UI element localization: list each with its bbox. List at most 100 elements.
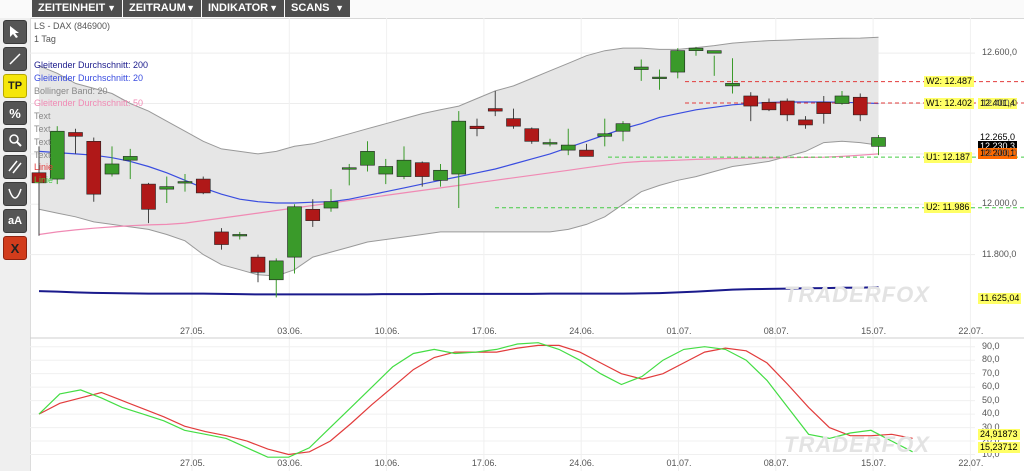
date-tick: 10.06.	[374, 326, 400, 336]
oscillator-tick: 60,0	[982, 381, 1000, 392]
candle-body	[396, 159, 412, 177]
oscillator-tick: 80,0	[982, 354, 1000, 365]
oscillator-tick: 40,0	[982, 408, 1000, 419]
percent-tool-button[interactable]: %	[3, 101, 27, 125]
candle-body	[688, 47, 704, 51]
tp-label: TP	[7, 80, 23, 92]
candle-body	[542, 142, 558, 145]
candle	[524, 127, 540, 144]
date-tick: 17.06.	[471, 458, 497, 468]
zoom-tool-button[interactable]	[3, 128, 27, 152]
channel-tool-button[interactable]	[3, 155, 27, 179]
candle-body	[761, 101, 777, 111]
oscillator-tick: 70,0	[982, 367, 1000, 378]
legend-item: Linie	[34, 175, 54, 186]
legend-item: Text	[34, 111, 51, 122]
top-menu-bar: ZEITEINHEIT ▼ ZEITRAUM ▼ INDIKATOR ▼ SCANS ▼	[0, 0, 1024, 19]
price-tick: 12.400,0	[982, 97, 1018, 108]
search-icon	[9, 134, 22, 147]
chart-area[interactable]	[30, 18, 1024, 471]
date-tick: 01.07.	[666, 326, 692, 336]
candle-body	[725, 83, 740, 87]
date-tick: 15.07.	[861, 458, 887, 468]
delete-tool-button[interactable]: X	[3, 236, 27, 260]
candle-body	[852, 96, 868, 116]
candle-body	[214, 231, 229, 245]
parallel-lines-icon	[8, 160, 22, 174]
candle-body	[798, 119, 813, 126]
watermark-logo-lower: TRADERFOX	[784, 432, 930, 457]
level-label: W1: 12.402	[924, 97, 975, 109]
symbol-label: LS - DAX (846900)	[34, 21, 111, 31]
candle-body	[341, 167, 357, 170]
menu-scans[interactable]: SCANS ▼	[285, 0, 350, 17]
candle-body	[232, 234, 248, 237]
legend-item: Text	[34, 136, 51, 147]
candle-body	[743, 95, 759, 107]
date-tick: 22.07.	[958, 458, 984, 468]
line-icon	[9, 53, 21, 65]
candle-body	[104, 163, 120, 175]
candle-body	[506, 118, 521, 127]
chevron-down-icon: ▼	[335, 3, 344, 13]
menu-zeiteinheit[interactable]: ZEITEINHEIT ▼	[32, 0, 122, 17]
menu-label: ZEITRAUM	[129, 2, 186, 14]
date-tick: 01.07.	[666, 458, 692, 468]
oscillator-tick: 90,0	[982, 340, 1000, 351]
percent-icon: %	[9, 105, 21, 121]
candle-body	[268, 260, 284, 281]
candle-body	[177, 181, 193, 184]
candle	[250, 254, 266, 283]
candle-body	[779, 100, 795, 116]
period-label: 1 Tag	[34, 34, 56, 44]
price-label: 11.625,04	[978, 293, 1022, 305]
oscillator-label: 15,23712	[978, 442, 1020, 454]
drawing-toolbar: TP % aA X	[0, 18, 31, 471]
candle-body	[378, 166, 394, 175]
menu-label: INDIKATOR	[208, 2, 269, 14]
candle-body	[579, 149, 594, 157]
menu-label: SCANS	[291, 2, 330, 14]
candle-body	[670, 50, 686, 73]
pointer-tool-button[interactable]	[3, 20, 27, 44]
candle-body	[305, 208, 321, 221]
curve-icon	[8, 188, 22, 199]
date-tick: 22.07.	[958, 326, 984, 336]
candle-body	[816, 101, 832, 114]
text-size-tool-button[interactable]: aA	[3, 209, 27, 233]
candle-body	[360, 151, 375, 166]
watermark-logo: TRADERFOX	[784, 282, 930, 307]
candle-body	[250, 256, 266, 273]
date-tick: 24.06.	[569, 326, 595, 336]
menu-zeitraum[interactable]: ZEITRAUM ▼	[123, 0, 201, 17]
legend-item: Text	[34, 149, 51, 160]
delete-icon: X	[10, 240, 20, 256]
legend-item: Gleitender Durchschnitt: 200	[34, 60, 149, 70]
legend-item: Text	[34, 124, 51, 134]
candle	[195, 176, 211, 195]
line-tool-button[interactable]	[3, 47, 27, 71]
candle-body	[487, 108, 503, 112]
date-tick: 24.06.	[569, 458, 595, 468]
chevron-down-icon: ▼	[107, 3, 116, 13]
candle-body	[195, 178, 211, 194]
candle-body	[287, 206, 302, 258]
date-tick: 03.06.	[277, 326, 303, 336]
pointer-icon	[10, 26, 19, 38]
level-label: U2: 11.986	[924, 202, 972, 214]
curve-tool-button[interactable]	[3, 182, 27, 206]
level-label: W2: 12.487	[924, 76, 975, 88]
candle-body	[159, 186, 175, 190]
chevron-down-icon: ▼	[186, 3, 195, 13]
menu-indikator[interactable]: INDIKATOR ▼	[202, 0, 284, 17]
level-label: U1: 12.187	[924, 151, 973, 163]
price-tick: 12.200,0	[982, 147, 1018, 158]
date-tick: 27.05.	[180, 326, 206, 336]
candle-body	[433, 169, 448, 181]
candle	[86, 137, 102, 202]
chevron-down-icon: ▼	[269, 3, 278, 13]
candle-body	[706, 50, 722, 54]
tp-tool-button[interactable]: TP	[3, 74, 27, 98]
candle-body	[834, 95, 850, 104]
candle-body	[469, 125, 485, 130]
